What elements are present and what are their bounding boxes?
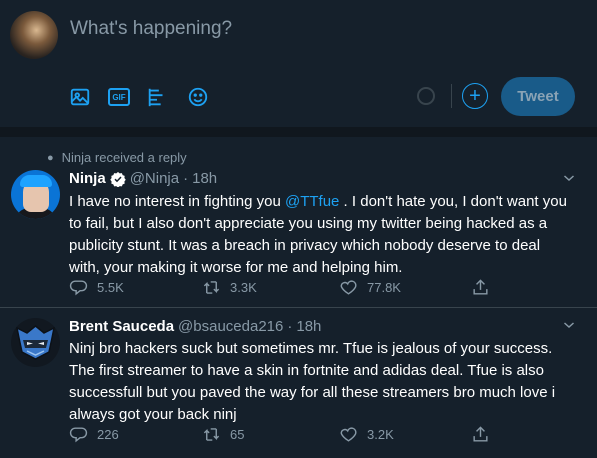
heart-icon <box>340 427 357 442</box>
retweet-icon <box>203 428 220 441</box>
character-progress <box>417 87 435 105</box>
gif-icon[interactable]: GIF <box>107 85 131 109</box>
poll-icon[interactable] <box>145 85 169 109</box>
avatar[interactable] <box>10 11 58 59</box>
verified-badge-icon <box>109 171 126 187</box>
retweet-icon <box>203 281 220 294</box>
like-count: 3.2K <box>367 427 394 442</box>
section-separator <box>0 127 597 137</box>
divider <box>451 84 452 108</box>
like-button[interactable]: 77.8K <box>339 278 401 297</box>
heart-icon <box>340 280 357 295</box>
user-handle[interactable]: @Ninja <box>130 170 179 187</box>
reply-icon <box>69 427 88 443</box>
media-icon[interactable] <box>68 85 92 109</box>
reply-count: 5.5K <box>97 280 124 295</box>
tweet-header: Ninja @Ninja · 18h <box>69 170 218 187</box>
user-handle[interactable]: @bsauceda216 <box>178 318 283 335</box>
social-context: ● Ninja received a reply <box>47 150 187 165</box>
reply-button[interactable]: 226 <box>69 425 119 444</box>
emoji-icon[interactable] <box>186 85 210 109</box>
retweet-count: 3.3K <box>230 280 257 295</box>
tweet-header: Brent Sauceda @bsauceda216 · 18h <box>69 318 322 335</box>
share-icon <box>473 426 488 442</box>
timestamp[interactable]: 18h <box>192 170 217 187</box>
tweet-button[interactable]: Tweet <box>501 77 575 116</box>
retweet-button[interactable]: 3.3K <box>202 278 257 297</box>
share-button[interactable] <box>471 278 490 297</box>
ninja-mask-logo <box>15 325 56 360</box>
user-name[interactable]: Brent Sauceda <box>69 318 174 335</box>
tweet[interactable]: Brent Sauceda @bsauceda216 · 18h Ninj br… <box>0 308 597 458</box>
tweet[interactable]: ● Ninja received a reply Ninja @Ninja · … <box>0 137 597 308</box>
avatar[interactable] <box>11 170 60 219</box>
compose-box: What's happening? GIF + Tweet <box>0 0 597 125</box>
tweet-text: Ninj bro hackers suck but sometimes mr. … <box>69 340 556 423</box>
retweet-count: 65 <box>230 427 245 442</box>
user-name[interactable]: Ninja <box>69 170 106 187</box>
like-count: 77.8K <box>367 280 401 295</box>
reply-count: 226 <box>97 427 119 442</box>
reply-context-icon: ● <box>47 151 54 164</box>
timestamp[interactable]: 18h <box>296 318 321 335</box>
chevron-down-icon[interactable] <box>563 319 575 331</box>
reply-button[interactable]: 5.5K <box>69 278 124 297</box>
retweet-button[interactable]: 65 <box>202 425 244 444</box>
share-button[interactable] <box>471 425 490 444</box>
like-button[interactable]: 3.2K <box>339 425 394 444</box>
avatar[interactable] <box>11 318 60 367</box>
mention-link[interactable]: @TTfue <box>285 193 339 210</box>
chevron-down-icon[interactable] <box>563 172 575 184</box>
tweet-text: I have no interest in fighting you @TTfu… <box>69 193 567 276</box>
share-icon <box>473 279 488 295</box>
add-tweet-button[interactable]: + <box>462 83 488 109</box>
compose-input[interactable]: What's happening? <box>70 18 232 40</box>
reply-icon <box>69 280 88 296</box>
